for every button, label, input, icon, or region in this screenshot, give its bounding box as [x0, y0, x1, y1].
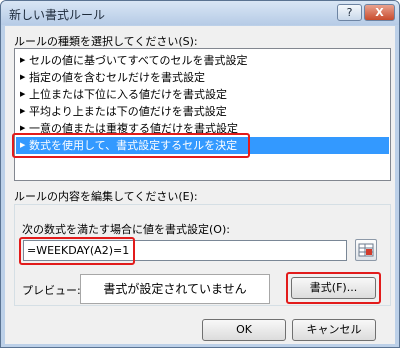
- ok-button-label: OK: [236, 323, 252, 336]
- ok-button[interactable]: OK: [202, 319, 286, 341]
- rule-type-item[interactable]: ▶ セルの値に基づいてすべてのセルを書式設定: [16, 52, 389, 69]
- rule-type-item-label: 平均より上または下の値だけを書式設定: [29, 105, 227, 118]
- rule-type-item-selected[interactable]: ▶ 数式を使用して、書式設定するセルを決定: [16, 137, 389, 154]
- help-icon: ?: [346, 6, 353, 19]
- formula-value: =WEEKDAY(A2)=1: [27, 244, 130, 257]
- rule-type-item-label: セルの値に基づいてすべてのセルを書式設定: [29, 54, 248, 67]
- rule-type-item[interactable]: ▶ 指定の値を含むセルだけを書式設定: [16, 69, 389, 86]
- rule-type-item-label: 指定の値を含むセルだけを書式設定: [29, 71, 205, 84]
- preview-text: 書式が設定されていません: [103, 282, 247, 296]
- rule-type-item[interactable]: ▶ 一意の値または重複する値だけを書式設定: [16, 120, 389, 137]
- close-button[interactable]: X: [364, 4, 395, 21]
- new-formatting-rule-dialog: 新しい書式ルール ? X ルールの種類を選択してください(S): ▶ セルの値に…: [0, 0, 400, 348]
- rule-type-item-label: 上位または下位に入る値だけを書式設定: [29, 88, 227, 101]
- format-button-label: 書式(F)...: [309, 281, 358, 294]
- rule-type-item-label: 一意の値または重複する値だけを書式設定: [29, 122, 238, 135]
- format-button[interactable]: 書式(F)...: [291, 277, 376, 299]
- bullet-icon: ▶: [20, 73, 26, 81]
- cancel-button-label: キャンセル: [306, 323, 362, 336]
- dialog-title: 新しい書式ルール: [9, 8, 106, 22]
- preview-box: 書式が設定されていません: [80, 274, 270, 304]
- rule-type-label: ルールの種類を選択してください(S):: [14, 35, 198, 48]
- range-select-icon: [358, 243, 374, 257]
- bullet-icon: ▶: [20, 107, 26, 115]
- preview-label: プレビュー:: [22, 284, 81, 297]
- help-button[interactable]: ?: [337, 4, 362, 21]
- dialog-body: ルールの種類を選択してください(S): ▶ セルの値に基づいてすべてのセルを書式…: [5, 26, 395, 344]
- rule-type-item[interactable]: ▶ 平均より上または下の値だけを書式設定: [16, 103, 389, 120]
- bullet-icon: ▶: [20, 124, 26, 132]
- formula-input[interactable]: =WEEKDAY(A2)=1: [23, 240, 347, 261]
- cancel-button[interactable]: キャンセル: [292, 319, 376, 341]
- bullet-icon: ▶: [20, 90, 26, 98]
- rule-edit-label: ルールの内容を編集してください(E):: [14, 190, 198, 203]
- bullet-icon: ▶: [20, 141, 26, 149]
- formula-label: 次の数式を満たす場合に値を書式設定(O):: [22, 223, 230, 236]
- rule-type-list[interactable]: ▶ セルの値に基づいてすべてのセルを書式設定 ▶ 指定の値を含むセルだけを書式設…: [14, 48, 391, 181]
- rule-type-item-label: 数式を使用して、書式設定するセルを決定: [29, 139, 238, 152]
- rule-type-item[interactable]: ▶ 上位または下位に入る値だけを書式設定: [16, 86, 389, 103]
- title-bar: 新しい書式ルール ? X: [1, 1, 399, 25]
- cell-reference-button[interactable]: [355, 239, 377, 261]
- close-icon: X: [375, 6, 384, 19]
- bullet-icon: ▶: [20, 56, 26, 64]
